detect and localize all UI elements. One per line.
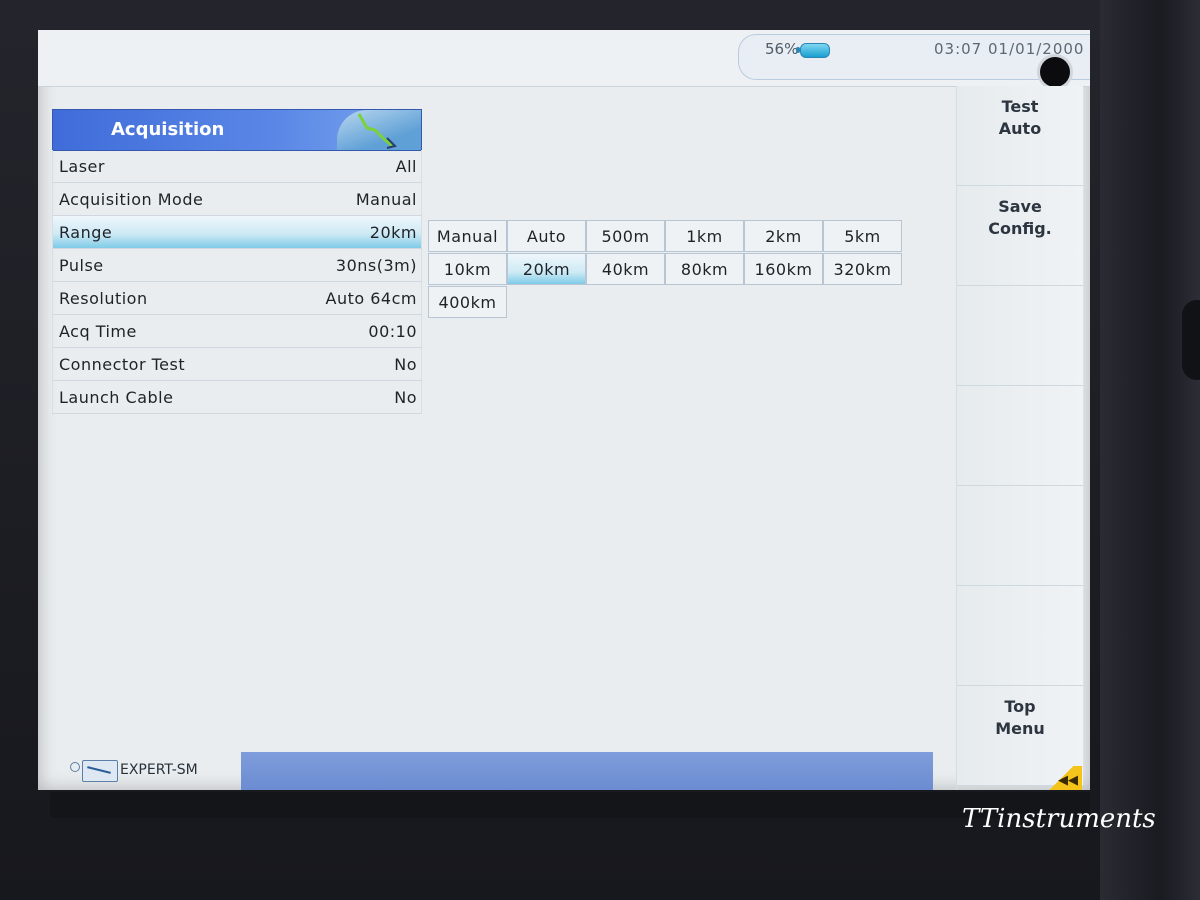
setting-value: All [395,156,417,176]
setting-row-acquisition-mode[interactable]: Acquisition Mode Manual [52,183,422,216]
range-option-auto[interactable]: Auto [507,220,586,252]
softkey-line1: Top [1004,697,1036,716]
range-option-5km[interactable]: 5km [823,220,902,252]
setting-value: Manual [355,189,417,209]
status-progress-bar [241,752,933,790]
setting-label: Acquisition Mode [59,189,204,209]
setting-value: Auto 64cm [325,288,417,308]
range-option-2km[interactable]: 2km [744,220,823,252]
softkey-blank-5[interactable] [957,586,1083,686]
setting-row-pulse[interactable]: Pulse 30ns(3m) [52,249,422,282]
softkey-blank-4[interactable] [957,486,1083,586]
trace-graphic-icon [337,110,421,150]
side-button[interactable] [1182,300,1200,380]
range-option-500m[interactable]: 500m [586,220,665,252]
bottom-bar: EXPERT-SM [38,752,1090,790]
setting-label: Pulse [59,255,104,275]
setting-label: Launch Cable [59,387,174,407]
setting-row-resolution[interactable]: Resolution Auto 64cm [52,282,422,315]
setting-label: Resolution [59,288,148,308]
watermark: TTinstruments [962,804,1156,834]
softkey-column: Test Auto Save Config. Top Menu [956,86,1083,790]
softkey-test-auto[interactable]: Test Auto [957,86,1083,186]
range-option-400km[interactable]: 400km [428,286,507,318]
setting-label: Connector Test [59,354,186,374]
mode-indicator-icon [70,762,80,772]
bezel-bottom-strip [50,792,1090,818]
mode-label: EXPERT-SM [120,762,198,778]
softkey-line2: Config. [988,219,1052,238]
time: 03:07 [934,40,983,58]
status-bar: 56% 03:07 01/01/2000 [38,30,1090,87]
double-chevron-left-icon[interactable]: ◀◀ [1046,766,1082,790]
softkey-line2: Menu [995,719,1045,738]
range-option-manual[interactable]: Manual [428,220,507,252]
range-option-320km[interactable]: 320km [823,253,902,285]
setting-row-launch-cable[interactable]: Launch Cable No [52,381,422,414]
softkey-blank-2[interactable] [957,286,1083,386]
range-option-40km[interactable]: 40km [586,253,665,285]
setting-label: Range [59,222,113,242]
setting-row-range[interactable]: Range 20km [52,216,422,249]
softkey-blank-3[interactable] [957,386,1083,486]
acquisition-header: Acquisition [52,109,422,151]
setting-value: No [394,387,417,407]
date: 01/01/2000 [988,40,1085,58]
datetime: 03:07 01/01/2000 [934,40,1084,58]
setting-label: Laser [59,156,105,176]
battery-percent: 56% [765,40,799,58]
panel-title: Acquisition [111,119,225,140]
setting-value: No [394,354,417,374]
device-side-edge [1100,0,1200,900]
range-option-10km[interactable]: 10km [428,253,507,285]
range-option-160km[interactable]: 160km [744,253,823,285]
range-option-1km[interactable]: 1km [665,220,744,252]
settings-list: Laser All Acquisition Mode Manual Range 20km P… [52,150,422,414]
softkey-line1: Save [998,197,1042,216]
camera-lens [1040,57,1070,87]
setting-row-laser[interactable]: Laser All [52,150,422,183]
setting-value: 00:10 [368,321,417,341]
softkey-line2: Auto [998,119,1042,138]
softkey-line1: Test [1001,97,1039,116]
screen: 56% 03:07 01/01/2000 Acquisition Laser Al… [38,30,1090,790]
setting-row-acq-time[interactable]: Acq Time 00:10 [52,315,422,348]
range-option-80km[interactable]: 80km [665,253,744,285]
softkey-save-config[interactable]: Save Config. [957,186,1083,286]
setting-row-connector-test[interactable]: Connector Test No [52,348,422,381]
setting-label: Acq Time [59,321,137,341]
otdr-trace-icon [82,760,118,782]
battery-icon [796,43,830,58]
setting-value: 30ns(3m) [335,255,417,275]
setting-value: 20km [369,222,417,242]
range-option-20km[interactable]: 20km [507,253,586,285]
